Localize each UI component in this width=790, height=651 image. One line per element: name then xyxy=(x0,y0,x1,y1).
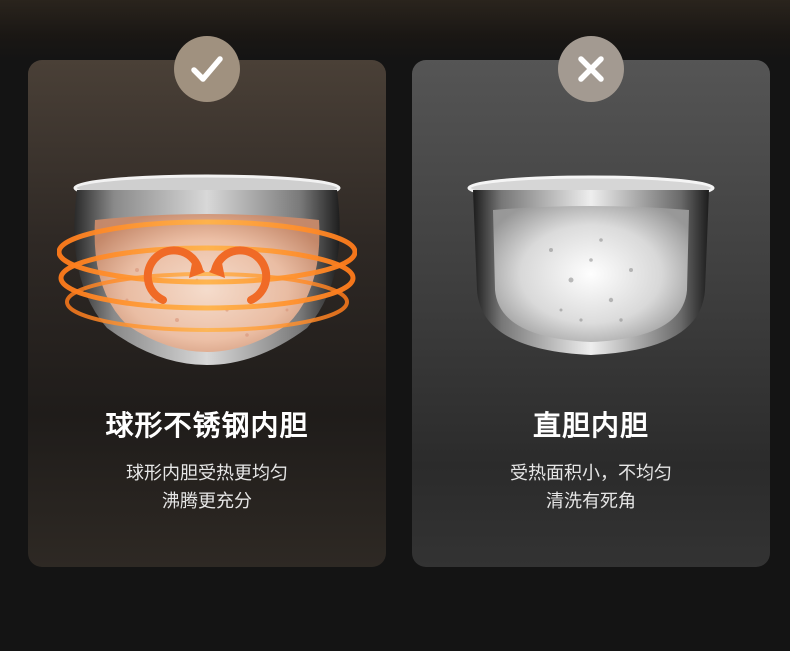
spherical-inner-pot-image xyxy=(57,174,357,365)
straight-inner-pot-image xyxy=(467,175,715,355)
check-badge xyxy=(174,36,240,102)
spherical-pot-card: 球形不锈钢内胆 球形内胆受热更均匀 沸腾更充分 xyxy=(28,36,386,567)
left-card-title: 球形不锈钢内胆 xyxy=(105,409,309,442)
top-background xyxy=(0,0,790,60)
right-card-desc-line1: 受热面积小，不均匀 xyxy=(510,463,672,484)
right-card-title: 直胆内胆 xyxy=(532,409,649,442)
check-icon xyxy=(191,56,223,82)
straight-pot-card: 直胆内胆 受热面积小，不均匀 清洗有死角 xyxy=(412,36,770,567)
left-card-desc-line1: 球形内胆受热更均匀 xyxy=(126,463,288,484)
right-card-desc-line2: 清洗有死角 xyxy=(546,491,636,512)
close-icon xyxy=(578,56,604,82)
cross-badge xyxy=(558,36,624,102)
left-card-desc-line2: 沸腾更充分 xyxy=(162,491,252,512)
